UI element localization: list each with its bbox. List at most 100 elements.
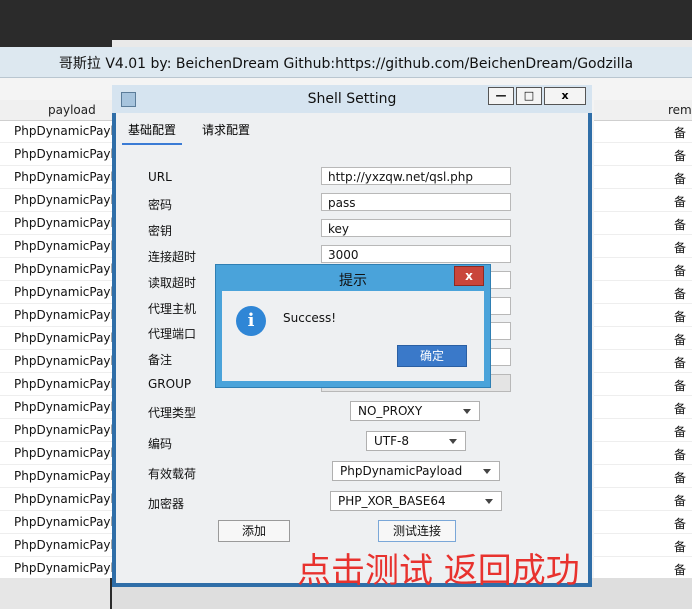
table-row[interactable]: 备	[594, 258, 692, 281]
table-row[interactable]: PhpDynamicPaylo	[0, 212, 112, 235]
ok-button[interactable]: 确定	[397, 345, 467, 367]
cryption-value: PHP_XOR_BASE64	[338, 494, 446, 508]
table-row[interactable]: PhpDynamicPaylo	[0, 534, 112, 557]
table-row[interactable]: PhpDynamicPaylo	[0, 350, 112, 373]
chevron-down-icon	[485, 499, 493, 504]
payload-cell: PhpDynamicPaylo	[14, 423, 112, 437]
remark-cell: 备	[674, 563, 687, 577]
column-header-remark[interactable]: rem	[594, 100, 692, 121]
table-row[interactable]: 备	[594, 143, 692, 166]
cryption-select[interactable]: PHP_XOR_BASE64	[330, 491, 502, 511]
table-row[interactable]: 备	[594, 465, 692, 488]
table-row[interactable]: 备	[594, 304, 692, 327]
key-label: 密钥	[148, 224, 173, 238]
payload-value: PhpDynamicPayload	[340, 464, 463, 478]
column-header-remark-label: rem	[668, 103, 692, 117]
table-row[interactable]: PhpDynamicPaylo	[0, 304, 112, 327]
table-row[interactable]: PhpDynamicPaylo	[0, 511, 112, 534]
table-row[interactable]: PhpDynamicPaylo	[0, 396, 112, 419]
payload-cell: PhpDynamicPaylo	[14, 400, 112, 414]
table-row[interactable]: PhpDynamicPayload	[0, 120, 112, 143]
remark-cell: 备	[674, 264, 687, 278]
table-row[interactable]: 备	[594, 120, 692, 143]
table-row[interactable]: PhpDynamicPaylo	[0, 327, 112, 350]
table-row[interactable]: 备	[594, 350, 692, 373]
table-row[interactable]: 备	[594, 488, 692, 511]
table-row[interactable]: 备	[594, 396, 692, 419]
table-row[interactable]: PhpDynamicPaylo	[0, 235, 112, 258]
key-field[interactable]: key	[321, 219, 511, 237]
password-field[interactable]: pass	[321, 193, 511, 211]
test-connection-button[interactable]: 测试连接	[378, 520, 456, 542]
payload-cell: PhpDynamicPaylo	[14, 377, 112, 391]
table-row[interactable]: 备	[594, 235, 692, 258]
table-row[interactable]: 备	[594, 212, 692, 235]
remark-label: 备注	[148, 353, 173, 367]
table-row[interactable]: 备	[594, 166, 692, 189]
table-row[interactable]: PhpDynamicPaylo	[0, 465, 112, 488]
table-row[interactable]: PhpDynamicPaylo	[0, 419, 112, 442]
bottom-left-panel	[0, 578, 110, 609]
table-row[interactable]: 备	[594, 281, 692, 304]
table-row[interactable]: 备	[594, 189, 692, 212]
table-row[interactable]: PhpDynamicPaylo	[0, 189, 112, 212]
encoding-select[interactable]: UTF-8	[366, 431, 466, 451]
table-row[interactable]: PhpDynamicPaylo	[0, 488, 112, 511]
conn-timeout-label: 连接超时	[148, 250, 197, 264]
table-row[interactable]: PhpDynamicPaylo	[0, 258, 112, 281]
payload-label: 有效载荷	[148, 467, 197, 481]
close-icon[interactable]: x	[454, 266, 484, 286]
table-row[interactable]: 备	[594, 373, 692, 396]
table-row[interactable]: 备	[594, 419, 692, 442]
table-row[interactable]: PhpDynamicPaylo	[0, 166, 112, 189]
close-button[interactable]: x	[544, 87, 586, 105]
table-row[interactable]: 备	[594, 534, 692, 557]
desktop-top-area	[0, 0, 692, 48]
payload-select[interactable]: PhpDynamicPayload	[332, 461, 500, 481]
payload-cell: PhpDynamicPaylo	[14, 492, 112, 506]
add-button[interactable]: 添加	[218, 520, 290, 542]
remark-cell: 备	[674, 241, 687, 255]
minimize-button[interactable]: —	[488, 87, 514, 105]
shell-setting-titlebar[interactable]: Shell Setting — □ x	[112, 85, 592, 113]
maximize-button[interactable]: □	[516, 87, 542, 105]
table-row[interactable]: PhpDynamicPayload	[0, 557, 112, 580]
proxy-type-label: 代理类型	[148, 406, 197, 420]
proxy-type-value: NO_PROXY	[358, 404, 423, 418]
payload-cell: PhpDynamicPaylo	[14, 331, 112, 345]
table-row[interactable]: PhpDynamicPaylo	[0, 373, 112, 396]
tab-request-config[interactable]: 请求配置	[202, 121, 250, 143]
column-header-payload-label: payload	[48, 103, 96, 117]
remark-cell: 备	[674, 310, 687, 324]
table-row[interactable]: 备	[594, 511, 692, 534]
group-label: GROUP	[148, 377, 192, 391]
url-field[interactable]: http://yxzqw.net/qsl.php	[321, 167, 511, 185]
remark-column: 备备备备备备备备备备备备备备备备备备备备	[594, 120, 692, 580]
remark-cell: 备	[674, 287, 687, 301]
payload-cell: PhpDynamicPaylo	[14, 262, 112, 276]
success-dialog-body: i Success! 确定	[222, 291, 484, 381]
encoding-label: 编码	[148, 437, 173, 451]
table-row[interactable]: 备	[594, 442, 692, 465]
proxy-type-select[interactable]: NO_PROXY	[350, 401, 480, 421]
payload-cell: PhpDynamicPaylo	[14, 193, 112, 207]
conn-timeout-field[interactable]: 3000	[321, 245, 511, 263]
table-row[interactable]: PhpDynamicPaylo	[0, 143, 112, 166]
table-row[interactable]: PhpDynamicPaylo	[0, 442, 112, 465]
tab-basic-config[interactable]: 基础配置	[122, 121, 182, 145]
url-label: URL	[148, 170, 172, 184]
remark-cell: 备	[674, 494, 687, 508]
payload-cell: PhpDynamicPaylo	[14, 147, 112, 161]
column-header-payload[interactable]: payload	[0, 100, 112, 121]
payload-cell: PhpDynamicPaylo	[14, 354, 112, 368]
remark-cell: 备	[674, 356, 687, 370]
chevron-down-icon	[463, 409, 471, 414]
success-dialog-titlebar[interactable]: 提示 x	[216, 265, 490, 291]
encoding-value: UTF-8	[374, 434, 409, 448]
payload-cell: PhpDynamicPaylo	[14, 170, 112, 184]
password-label: 密码	[148, 198, 173, 212]
table-row[interactable]: 备	[594, 557, 692, 580]
payload-cell: PhpDynamicPaylo	[14, 239, 112, 253]
table-row[interactable]: PhpDynamicPaylo	[0, 281, 112, 304]
table-row[interactable]: 备	[594, 327, 692, 350]
